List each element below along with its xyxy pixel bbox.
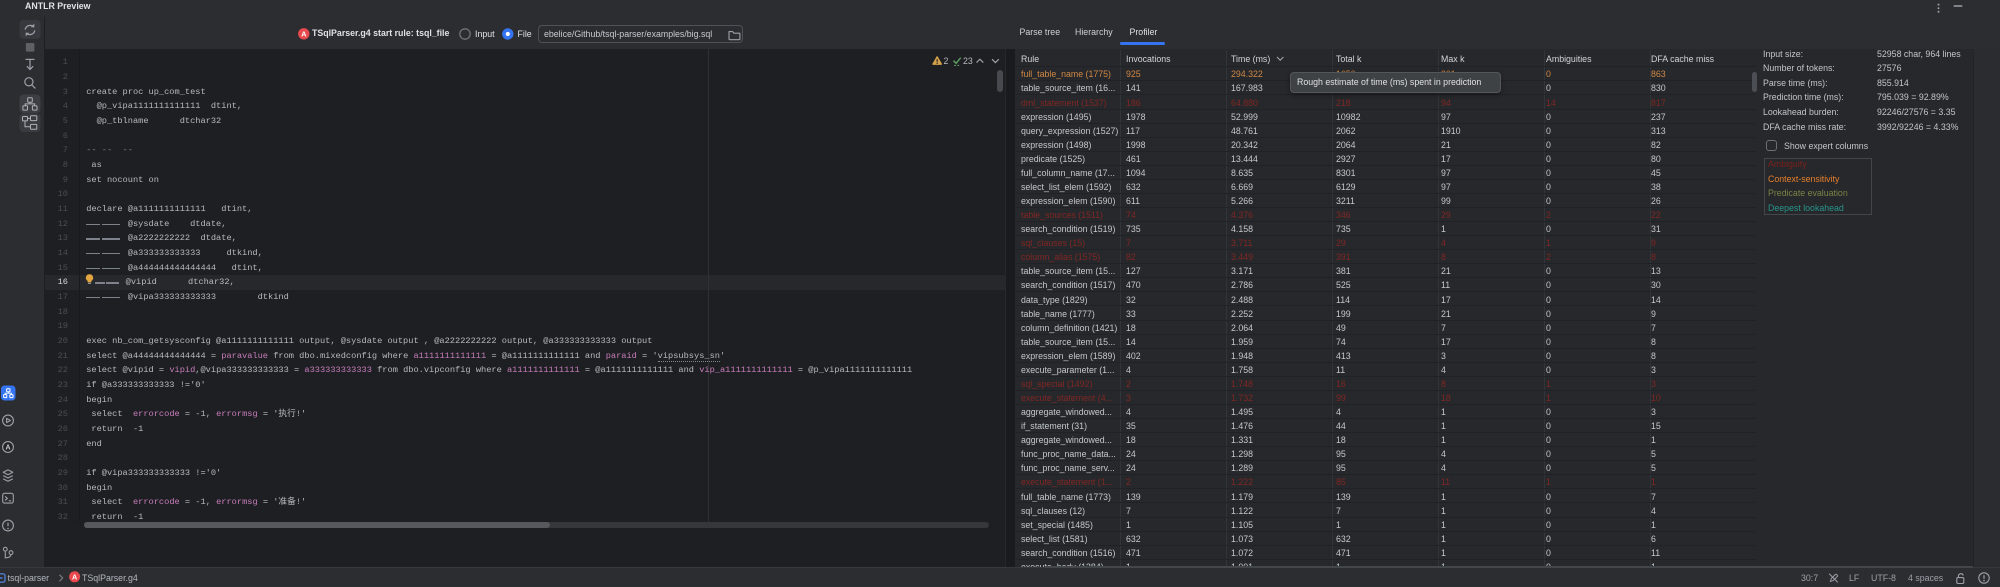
svg-text:A: A xyxy=(71,572,76,581)
svg-text:A: A xyxy=(301,29,307,38)
svg-text:A: A xyxy=(5,445,10,452)
